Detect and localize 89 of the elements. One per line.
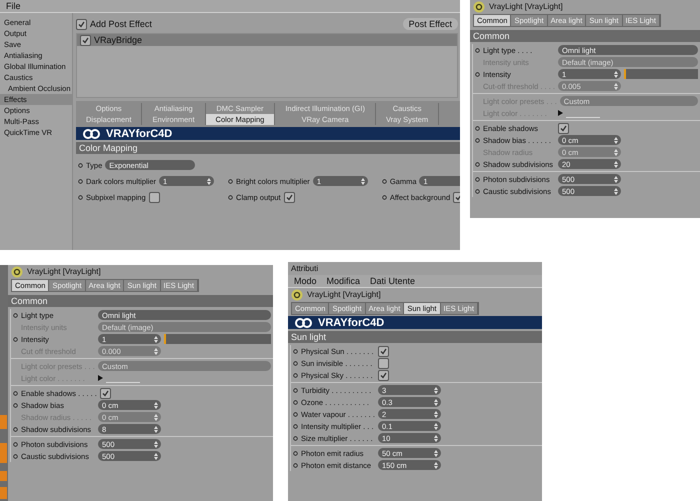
checkbox[interactable] (558, 122, 569, 134)
animation-dot-icon[interactable] (293, 400, 298, 404)
animation-dot-icon[interactable] (228, 195, 234, 200)
animation-dot-icon[interactable] (13, 442, 18, 446)
spinner-arrows-icon[interactable] (154, 440, 158, 448)
object-title: VrayLight [VrayLight] (307, 290, 381, 299)
animation-dot-icon[interactable] (228, 178, 234, 184)
animation-dot-icon[interactable] (293, 462, 298, 468)
animation-dot-icon[interactable] (475, 188, 480, 194)
expand-triangle-icon[interactable] (558, 110, 563, 116)
animation-dot-icon[interactable] (13, 402, 18, 408)
spinner-arrows-icon[interactable] (614, 136, 618, 144)
checkbox[interactable] (76, 18, 87, 30)
spinner-arrows-icon[interactable] (614, 188, 618, 194)
section-header: Sun light (288, 331, 542, 343)
section-header: Common (8, 295, 273, 307)
spinner-arrows-icon[interactable] (614, 160, 618, 168)
animation-dot-icon[interactable] (293, 348, 298, 354)
animation-dot-icon[interactable] (293, 388, 298, 392)
object-title: VrayLight [VrayLight] (489, 2, 563, 11)
animation-dot-icon[interactable] (78, 178, 83, 184)
spinner-arrows-icon[interactable] (154, 336, 158, 342)
logo-icon (294, 318, 314, 328)
menu-item[interactable]: Modifica (326, 276, 360, 286)
effect-item[interactable]: VRayBridge (94, 35, 142, 45)
object-title: VrayLight [VrayLight] (27, 267, 101, 276)
spinner-arrows-icon[interactable] (154, 402, 158, 408)
spinner-arrows-icon[interactable] (614, 148, 618, 156)
spinner-arrows-icon[interactable] (614, 70, 618, 78)
checkbox[interactable] (378, 370, 389, 380)
spinner-arrows-icon[interactable] (360, 178, 365, 184)
animation-dot-icon[interactable] (293, 412, 298, 416)
checkbox[interactable] (378, 346, 389, 356)
light-icon (473, 0, 485, 12)
window-title: Attributi (291, 264, 318, 273)
animation-dot-icon[interactable] (475, 162, 480, 166)
animation-dot-icon[interactable] (475, 176, 480, 182)
slider-track[interactable] (624, 69, 698, 79)
checkbox[interactable] (80, 34, 91, 46)
light-icon (291, 288, 303, 300)
checkbox-label: Add Post Effect (90, 19, 152, 29)
section-header: Common (470, 30, 700, 42)
menu-item[interactable]: Modo (294, 276, 317, 286)
animation-dot-icon[interactable] (293, 450, 298, 456)
spinner-arrows-icon[interactable] (434, 422, 438, 430)
menu-item[interactable]: Dati Utente (370, 276, 416, 286)
animation-dot-icon[interactable] (13, 312, 18, 318)
banner-text: VRAYforC4D (318, 316, 384, 328)
banner-text: VRAYforC4D (106, 128, 172, 140)
spinner-arrows-icon[interactable] (154, 348, 158, 354)
animation-dot-icon[interactable] (78, 195, 83, 200)
spinner-arrows-icon[interactable] (434, 434, 438, 442)
light-icon (11, 266, 23, 278)
spinner-arrows-icon[interactable] (434, 386, 438, 394)
spinner-arrows-icon[interactable] (434, 450, 438, 456)
spinner-arrows-icon[interactable] (154, 426, 158, 432)
animation-dot-icon[interactable] (13, 426, 18, 432)
spinner-arrows-icon[interactable] (207, 178, 212, 184)
spinner-arrows-icon[interactable] (434, 410, 438, 418)
animation-dot-icon[interactable] (13, 454, 18, 458)
animation-dot-icon[interactable] (13, 336, 18, 342)
checkbox[interactable] (378, 358, 389, 368)
animation-dot-icon[interactable] (78, 162, 83, 168)
section-header: Color Mapping (76, 142, 460, 154)
animation-dot-icon[interactable] (382, 178, 387, 184)
animation-dot-icon[interactable] (475, 72, 480, 76)
checkbox[interactable] (284, 192, 295, 203)
post-effect-button[interactable]: Post Effect (402, 18, 458, 30)
spinner-arrows-icon[interactable] (614, 176, 618, 182)
animation-dot-icon[interactable] (293, 360, 298, 366)
checkbox[interactable] (148, 192, 160, 203)
animation-dot-icon[interactable] (475, 48, 480, 52)
animation-dot-icon[interactable] (293, 436, 298, 440)
spinner-arrows-icon[interactable] (614, 82, 618, 90)
animation-dot-icon[interactable] (293, 372, 298, 378)
animation-dot-icon[interactable] (13, 390, 18, 396)
spinner-arrows-icon[interactable] (154, 414, 158, 420)
spinner-arrows-icon[interactable] (154, 452, 158, 460)
menu-item[interactable]: File (6, 1, 21, 11)
spinner-arrows-icon[interactable] (434, 462, 438, 468)
logo-icon (82, 128, 102, 138)
animation-dot-icon[interactable] (293, 424, 298, 428)
checkbox[interactable] (100, 388, 111, 398)
expand-triangle-icon[interactable] (98, 375, 103, 381)
slider-track[interactable] (164, 334, 271, 344)
animation-dot-icon[interactable] (475, 126, 480, 130)
animation-dot-icon[interactable] (382, 195, 387, 200)
spinner-arrows-icon[interactable] (434, 398, 438, 406)
animation-dot-icon[interactable] (475, 138, 480, 142)
